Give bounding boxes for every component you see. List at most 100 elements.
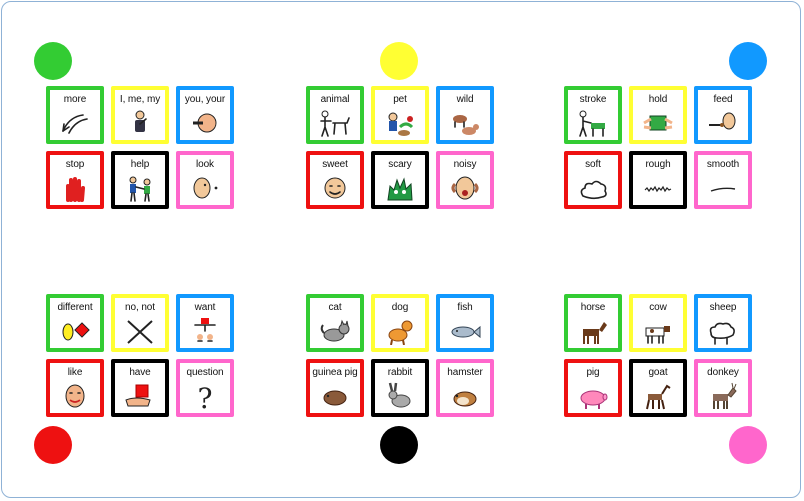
card-label: smooth xyxy=(706,159,740,170)
red-dot xyxy=(34,426,72,464)
card-group-touching-animals: stroke hold feed soft rough smooth xyxy=(564,86,754,210)
symbol-card-like[interactable]: like xyxy=(46,359,104,417)
card-label: noisy xyxy=(453,159,477,170)
card-label: question xyxy=(186,367,224,378)
symbol-card-want[interactable]: want xyxy=(176,294,234,352)
dog-icon xyxy=(388,320,413,345)
card-label: different xyxy=(57,302,93,313)
symbol-card-have[interactable]: have xyxy=(111,359,169,417)
card-label: feed xyxy=(713,94,733,105)
symbol-card-i-me-my[interactable]: I, me, my xyxy=(111,86,169,144)
want-icon xyxy=(194,318,216,342)
card-label: wild xyxy=(456,94,474,105)
symbol-card-rough[interactable]: rough xyxy=(629,151,687,209)
card-label: dog xyxy=(391,302,409,313)
card-label: pig xyxy=(586,367,600,378)
symbol-card-rabbit[interactable]: rabbit xyxy=(371,359,429,417)
horse-icon xyxy=(583,322,607,344)
symbol-card-stop[interactable]: stop xyxy=(46,151,104,209)
symbol-card-stroke[interactable]: stroke xyxy=(564,86,622,144)
symbol-card-more[interactable]: more xyxy=(46,86,104,144)
symbol-card-question[interactable]: question? xyxy=(176,359,234,417)
card-label: you, your xyxy=(184,94,226,105)
question-mark-icon: ? xyxy=(197,382,212,410)
card-label: look xyxy=(196,159,214,170)
symbol-card-look[interactable]: look xyxy=(176,151,234,209)
card-label: rabbit xyxy=(387,367,413,378)
helping-people-icon xyxy=(129,176,151,202)
card-group-core-words-bottom: different no, not want like have question? xyxy=(46,294,236,418)
symbol-card-pig[interactable]: pig xyxy=(564,359,622,417)
card-label: rough xyxy=(645,159,671,170)
like-face-icon xyxy=(65,384,85,408)
card-label: cat xyxy=(328,302,342,313)
hamster-icon xyxy=(453,391,477,407)
feeding-icon xyxy=(709,112,736,130)
pink-dot xyxy=(729,426,767,464)
card-group-describing-animals: animal pet wild sweet scary noisy xyxy=(306,86,496,210)
card-group-farm-animals: horse cow sheep pig goat donkey xyxy=(564,294,754,418)
symbol-card-dog[interactable]: dog xyxy=(371,294,429,352)
symbol-card-different[interactable]: different xyxy=(46,294,104,352)
card-label: cow xyxy=(649,302,667,313)
symbol-card-no-not[interactable]: no, not xyxy=(111,294,169,352)
more-arrow-icon xyxy=(62,114,88,134)
symbol-card-cat[interactable]: cat xyxy=(306,294,364,352)
symbol-card-fish[interactable]: fish xyxy=(436,294,494,352)
symbol-card-feed[interactable]: feed xyxy=(694,86,752,144)
communication-board: more I, me, my you, your stop help look animal… xyxy=(1,1,801,498)
symbol-card-sheep[interactable]: sheep xyxy=(694,294,752,352)
symbol-card-pet[interactable]: pet xyxy=(371,86,429,144)
smooth-line-icon xyxy=(710,187,736,192)
symbol-card-hamster[interactable]: hamster xyxy=(436,359,494,417)
guinea-pig-icon xyxy=(323,390,347,406)
scary-monster-icon xyxy=(387,177,413,201)
symbol-card-horse[interactable]: horse xyxy=(564,294,622,352)
wild-animals-icon xyxy=(453,115,479,135)
card-label: soft xyxy=(585,159,601,170)
symbol-card-donkey[interactable]: donkey xyxy=(694,359,752,417)
card-label: hold xyxy=(648,94,668,105)
symbol-card-noisy[interactable]: noisy xyxy=(436,151,494,209)
black-dot xyxy=(380,426,418,464)
symbol-card-animal[interactable]: animal xyxy=(306,86,364,144)
green-dot xyxy=(34,42,72,80)
cross-icon xyxy=(127,320,153,344)
person-dog-icon xyxy=(320,110,350,137)
symbol-card-soft[interactable]: soft xyxy=(564,151,622,209)
card-label: no, not xyxy=(125,302,155,313)
cat-icon xyxy=(320,319,350,342)
symbol-card-wild[interactable]: wild xyxy=(436,86,494,144)
symbol-card-guinea-pig[interactable]: guinea pig xyxy=(306,359,364,417)
goat-icon xyxy=(646,384,671,410)
card-label: horse xyxy=(580,302,606,313)
have-box-icon xyxy=(125,384,151,407)
card-label: fish xyxy=(457,302,473,313)
symbol-card-goat[interactable]: goat xyxy=(629,359,687,417)
pointing-hand-icon xyxy=(193,113,217,133)
symbol-card-you-your[interactable]: you, your xyxy=(176,86,234,144)
card-label: stroke xyxy=(579,94,607,105)
card-label: animal xyxy=(320,94,350,105)
holding-hands-icon xyxy=(643,115,673,131)
yellow-dot xyxy=(380,42,418,80)
card-label: like xyxy=(67,367,83,378)
rough-line-icon xyxy=(644,185,672,193)
card-label: have xyxy=(129,367,151,378)
card-label: sweet xyxy=(322,159,348,170)
card-label: pet xyxy=(393,94,407,105)
symbol-card-cow[interactable]: cow xyxy=(629,294,687,352)
symbol-card-smooth[interactable]: smooth xyxy=(694,151,752,209)
symbol-card-sweet[interactable]: sweet xyxy=(306,151,364,209)
cow-icon xyxy=(645,326,670,344)
card-label: want xyxy=(194,302,216,313)
card-label: donkey xyxy=(707,367,739,378)
card-label: I, me, my xyxy=(119,94,161,105)
card-label: guinea pig xyxy=(312,367,358,378)
card-label: sheep xyxy=(709,302,737,313)
pets-icon xyxy=(388,112,414,136)
symbol-card-help[interactable]: help xyxy=(111,151,169,209)
symbol-card-hold[interactable]: hold xyxy=(629,86,687,144)
looking-face-icon xyxy=(193,177,218,199)
symbol-card-scary[interactable]: scary xyxy=(371,151,429,209)
